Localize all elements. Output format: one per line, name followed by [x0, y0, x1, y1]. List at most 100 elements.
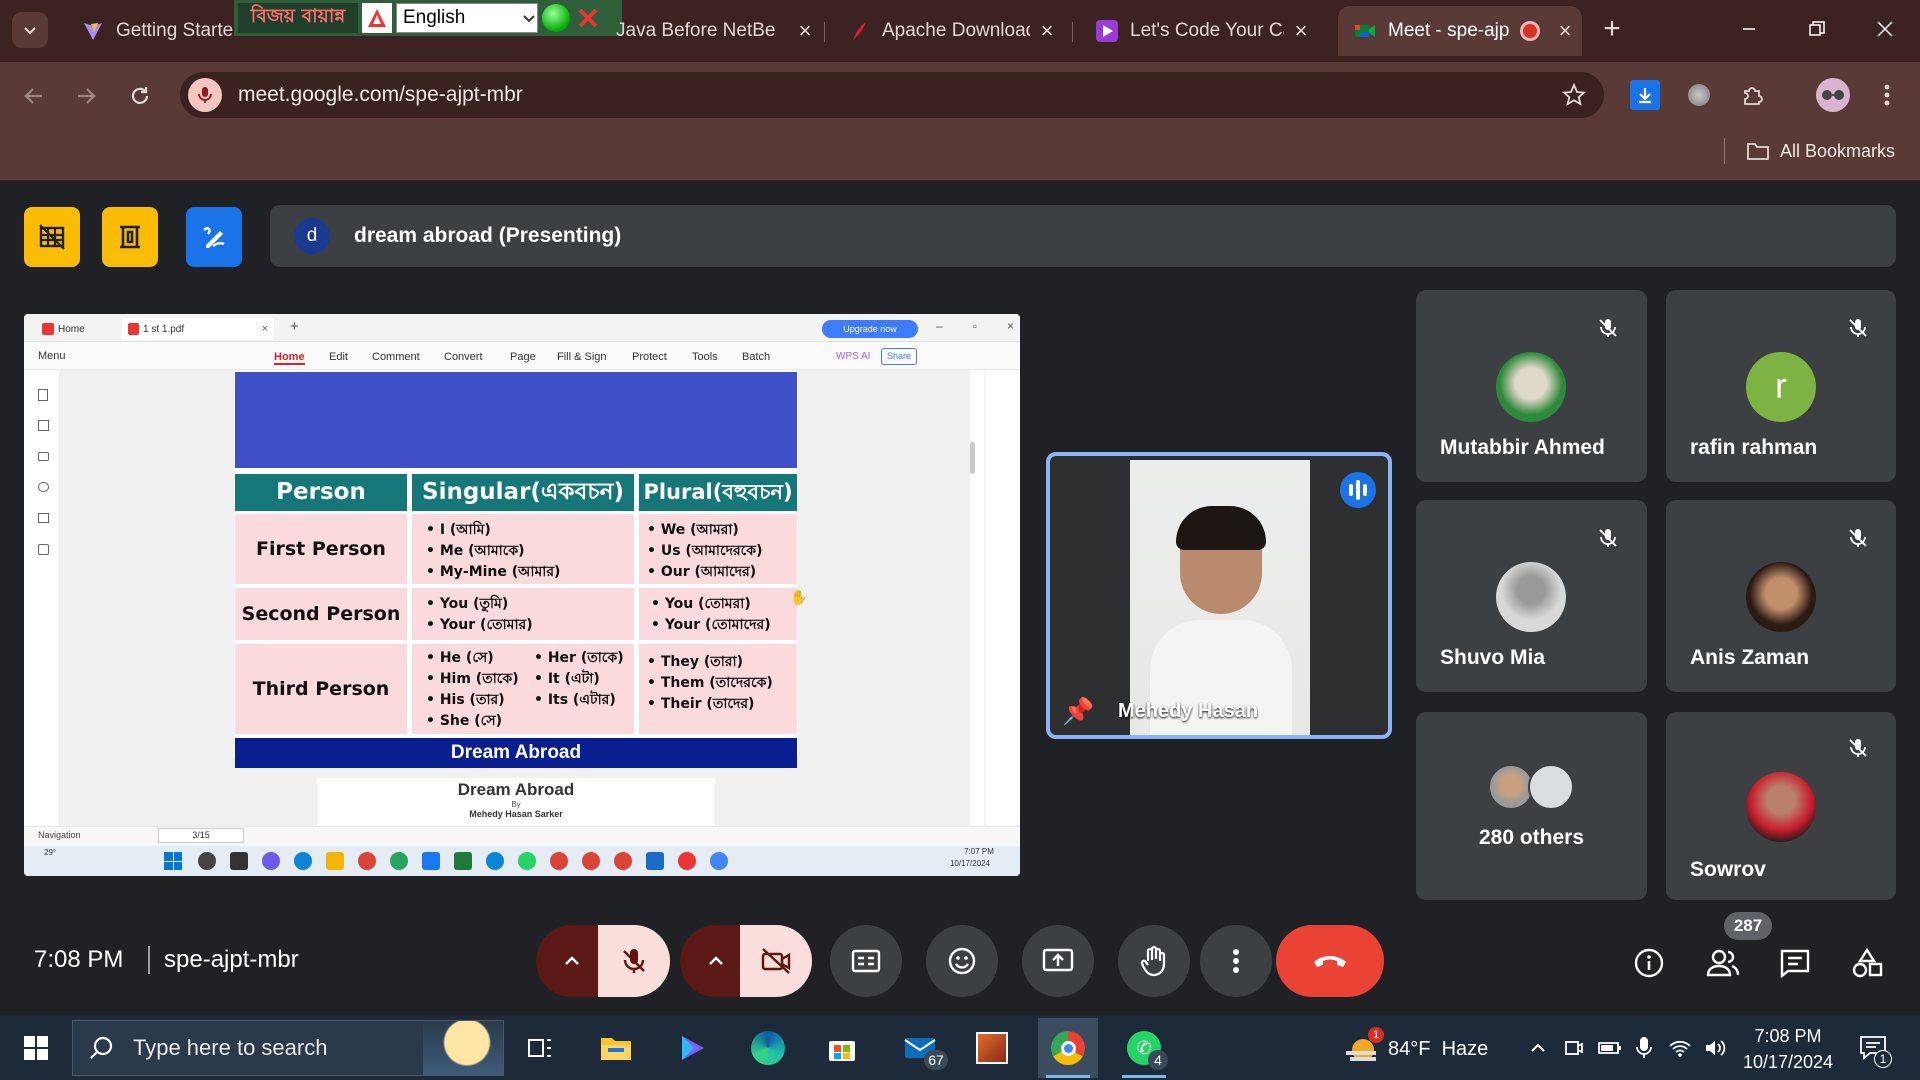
participant-tile-shuvo[interactable]: Shuvo Mia — [1416, 500, 1647, 692]
camera-toggle-button[interactable] — [740, 925, 812, 997]
tab-search-button[interactable] — [12, 12, 48, 48]
ribbon-edit[interactable]: Edit — [329, 351, 348, 363]
restore-icon[interactable]: ▫ — [973, 319, 977, 337]
signature-panel-icon[interactable] — [38, 513, 49, 523]
bijoy-logo[interactable]: বিজয় বায়ান্ন — [238, 3, 358, 33]
tab-apache-download[interactable]: Apache Download × — [832, 6, 1064, 56]
ribbon-page[interactable]: Page — [510, 351, 536, 363]
tab-close-icon[interactable]: × — [788, 18, 822, 44]
extension-dot-icon[interactable] — [1688, 84, 1710, 106]
people-button[interactable] — [1702, 942, 1744, 984]
participant-tile-rafin[interactable]: r rafin rahman — [1666, 290, 1896, 482]
tab-close-icon[interactable]: × — [1548, 18, 1582, 44]
close-window-button[interactable] — [1862, 14, 1908, 44]
tray-meet-icon[interactable] — [1564, 1038, 1584, 1058]
app-power-automate[interactable] — [664, 1020, 720, 1076]
pdf-window-controls[interactable]: – ▫ × — [936, 319, 1014, 337]
close-icon[interactable]: × — [1007, 319, 1014, 337]
tab-close-icon[interactable]: × — [1284, 18, 1318, 44]
browser-menu-button[interactable] — [1872, 78, 1902, 112]
pdf-new-tab-icon[interactable]: + — [290, 318, 299, 335]
star-bookmark-icon[interactable] — [1562, 83, 1586, 107]
globe-icon[interactable] — [542, 4, 570, 32]
microsoft-store-button[interactable] — [814, 1020, 870, 1076]
tab-getting-started[interactable]: Getting Started — [66, 6, 236, 56]
pdf-file-tab[interactable]: 1 st 1.pdf × — [122, 318, 274, 340]
pdf-home-tab[interactable]: Home — [42, 320, 85, 338]
comment-panel-icon[interactable] — [38, 452, 49, 461]
present-screen-button[interactable] — [1022, 925, 1094, 997]
speaker-tile[interactable]: 📌 Mehedy Hasan — [1046, 452, 1392, 739]
activities-button[interactable] — [1846, 942, 1888, 984]
tab-java-before-netbeans[interactable]: Java Before NetBe × — [600, 6, 822, 56]
thumbnail-panel-icon[interactable] — [38, 420, 49, 431]
taskbar-clock-date[interactable]: 10/17/2024 — [1740, 1052, 1836, 1073]
adobe-icon[interactable] — [362, 3, 392, 33]
language-select[interactable]: English — [396, 3, 538, 33]
minimize-icon[interactable]: – — [936, 319, 943, 337]
ribbon-home[interactable]: Home — [274, 351, 305, 365]
navigation-toggle[interactable]: Navigation — [38, 830, 81, 840]
pdf-tab-close-icon[interactable]: × — [262, 323, 268, 335]
reload-button[interactable] — [122, 78, 158, 114]
chat-button[interactable] — [1774, 942, 1816, 984]
extensions-puzzle-icon[interactable] — [1738, 80, 1768, 110]
pdf-scrollbar[interactable] — [970, 442, 975, 474]
layers-panel-icon[interactable] — [38, 544, 49, 555]
ribbon-comment[interactable]: Comment — [372, 351, 420, 363]
minimize-button[interactable] — [1726, 14, 1772, 44]
leave-call-button[interactable] — [1276, 925, 1384, 997]
volume-icon[interactable] — [1704, 1038, 1728, 1058]
taskbar-search-box[interactable]: Type here to search — [72, 1020, 504, 1076]
pin-icon[interactable]: 📌 — [1062, 696, 1094, 726]
annotate-button[interactable] — [186, 207, 242, 267]
battery-icon[interactable] — [1598, 1040, 1622, 1056]
notifications-button[interactable]: 1 — [1858, 1034, 1894, 1068]
microphone-toggle-button[interactable] — [598, 925, 670, 997]
bookmark-panel-icon[interactable] — [38, 389, 48, 401]
pdf-share-button[interactable]: Share — [881, 348, 917, 365]
weather-widget[interactable]: 1 84°F Haze — [1346, 1027, 1488, 1068]
pin-presentation-button[interactable] — [102, 207, 158, 267]
wps-ai-button[interactable]: WPS AI — [836, 351, 870, 362]
tab-meet[interactable]: Meet - spe-ajp × — [1338, 6, 1582, 56]
forward-button[interactable] — [68, 78, 104, 114]
page-number-input[interactable]: 3/15 — [158, 828, 244, 843]
app-image-viewer[interactable] — [964, 1020, 1020, 1076]
ribbon-batch[interactable]: Batch — [742, 351, 770, 363]
download-extension-icon[interactable] — [1630, 80, 1660, 110]
mail-button[interactable]: 67 — [892, 1020, 948, 1076]
more-options-button[interactable] — [1200, 925, 1272, 997]
restore-button[interactable] — [1794, 14, 1840, 44]
wifi-icon[interactable] — [1668, 1038, 1692, 1058]
tab-close-icon[interactable]: × — [1030, 18, 1064, 44]
task-view-button[interactable] — [512, 1020, 568, 1076]
taskbar-clock-time[interactable]: 7:08 PM — [1746, 1026, 1830, 1047]
pdf-menu-button[interactable]: Menu — [38, 350, 66, 362]
participant-tile-sowrov[interactable]: Sowrov — [1666, 712, 1896, 900]
ribbon-fill-sign[interactable]: Fill & Sign — [557, 351, 607, 363]
upgrade-button[interactable]: Upgrade now — [822, 320, 918, 338]
captions-button[interactable] — [830, 925, 902, 997]
tray-mic-icon[interactable] — [1636, 1036, 1652, 1060]
edge-browser-button[interactable] — [740, 1020, 796, 1076]
hide-self-view-button[interactable] — [24, 207, 80, 267]
participant-tile-mutabbir[interactable]: Mutabbir Ahmed — [1416, 290, 1647, 482]
address-bar[interactable]: meet.google.com/spe-ajpt-mbr — [180, 72, 1604, 118]
participant-tile-anis[interactable]: Anis Zaman — [1666, 500, 1896, 692]
ribbon-tools[interactable]: Tools — [692, 351, 718, 363]
ribbon-convert[interactable]: Convert — [444, 351, 483, 363]
attachment-panel-icon[interactable] — [38, 482, 49, 492]
all-bookmarks-button[interactable]: All Bookmarks — [1746, 136, 1895, 166]
profile-avatar[interactable] — [1816, 78, 1850, 112]
meeting-details-button[interactable] — [1628, 942, 1670, 984]
raise-hand-button[interactable] — [1118, 925, 1190, 997]
close-x-icon[interactable] — [574, 4, 602, 32]
new-tab-button[interactable]: + — [1594, 12, 1630, 48]
start-button[interactable] — [8, 1020, 64, 1076]
participant-tile-others[interactable]: 280 others — [1416, 712, 1647, 900]
ribbon-protect[interactable]: Protect — [632, 351, 667, 363]
whatsapp-button[interactable]: ✆ 4 — [1116, 1020, 1172, 1076]
reactions-button[interactable] — [926, 925, 998, 997]
file-explorer-button[interactable] — [588, 1020, 644, 1076]
